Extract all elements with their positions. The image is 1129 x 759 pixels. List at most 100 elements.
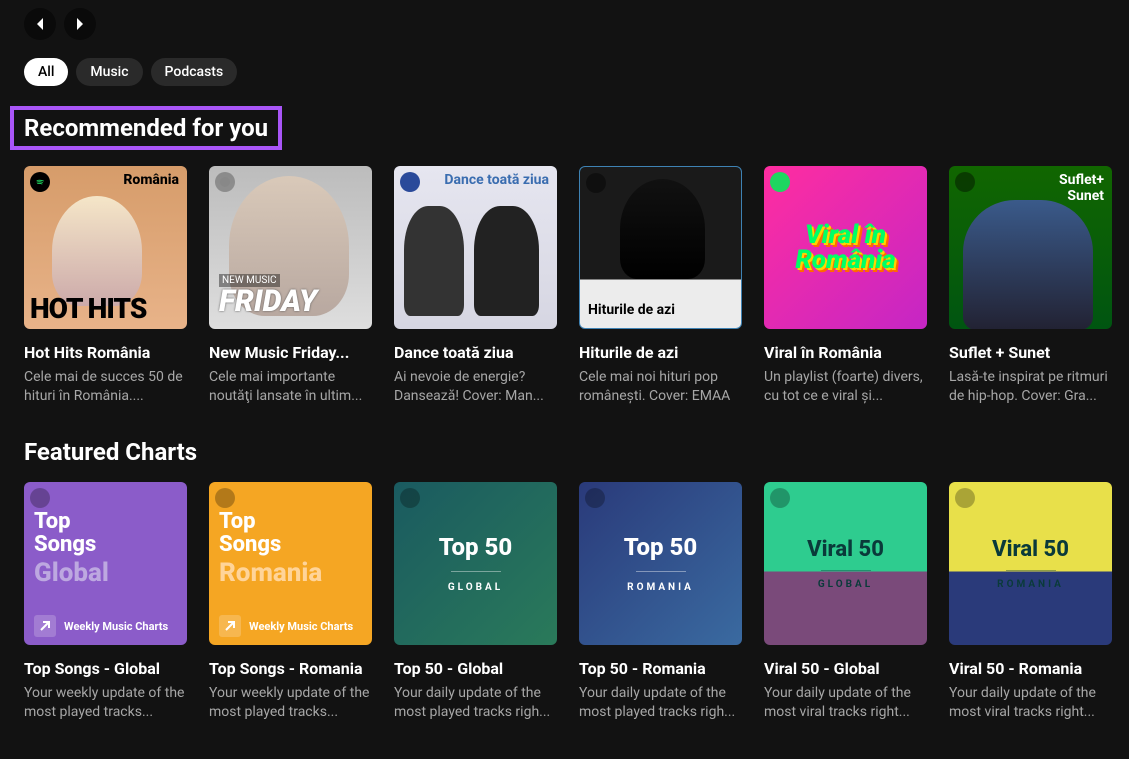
- cover-viral50-global: Viral 50 GLOBAL: [764, 482, 927, 645]
- cover-label: Suflet+ Sunet: [1059, 172, 1104, 204]
- card-viral50-romania[interactable]: Viral 50 ROMANIA Viral 50 - Romania Your…: [949, 482, 1112, 722]
- card-desc: Your weekly update of the most played tr…: [209, 684, 372, 722]
- cover-sub: GLOBAL: [448, 582, 503, 593]
- card-top-songs-romania[interactable]: Top Songs Romania Weekly Music Charts To…: [209, 482, 372, 722]
- spotify-icon: [30, 488, 50, 508]
- history-nav: [24, 8, 1105, 40]
- cover-footer: Weekly Music Charts: [64, 620, 168, 633]
- chip-podcasts[interactable]: Podcasts: [151, 58, 238, 86]
- cover-line2: Global: [34, 558, 177, 588]
- card-desc: Cele mai importante noutăţi lansate în u…: [209, 368, 372, 406]
- spotify-icon: [770, 172, 790, 192]
- chevron-left-icon: [32, 16, 48, 32]
- cover-viral50-romania: Viral 50 ROMANIA: [949, 482, 1112, 645]
- cover-line1: Top Songs: [219, 510, 362, 556]
- card-top50-romania[interactable]: Top 50 ROMANIA Top 50 - Romania Your dai…: [579, 482, 742, 722]
- spotify-icon: [400, 172, 420, 192]
- card-hiturile-de-azi[interactable]: Hiturile de azi Hiturile de azi Cele mai…: [579, 166, 742, 406]
- cover-hot-hits: România HOT HITS: [24, 166, 187, 329]
- card-title: Dance toată ziua: [394, 343, 557, 362]
- card-desc: Un playlist (foarte) divers, cu tot ce e…: [764, 368, 927, 406]
- spotify-icon: [585, 488, 605, 508]
- card-desc: Your daily update of the most played tra…: [394, 684, 557, 722]
- cover-label: Dance toată ziua: [444, 172, 549, 188]
- cover-big: Viral 50: [992, 537, 1069, 562]
- card-title: Viral 50 - Romania: [949, 659, 1112, 678]
- chip-all[interactable]: All: [24, 58, 68, 86]
- card-new-music-friday[interactable]: NEW MUSIC FRIDAY New Music Friday... Cel…: [209, 166, 372, 406]
- cover-line2: Romania: [219, 558, 362, 588]
- cover-suflet: Suflet+ Sunet: [949, 166, 1112, 329]
- filter-chips: All Music Podcasts: [24, 58, 1105, 86]
- card-title: Suflet + Sunet: [949, 343, 1112, 362]
- cover-footer: Weekly Music Charts: [249, 620, 353, 633]
- divider: [451, 571, 501, 572]
- card-desc: Lasă-te inspirat pe ritmuri de hip-hop. …: [949, 368, 1112, 406]
- card-title: Viral 50 - Global: [764, 659, 927, 678]
- featured-row: Top Songs Global Weekly Music Charts Top…: [24, 482, 1105, 722]
- arrow-icon: [34, 615, 56, 637]
- cover-top-romania: Top Songs Romania Weekly Music Charts: [209, 482, 372, 645]
- cover-label: Viral în România: [795, 223, 895, 272]
- card-viral-in-romania[interactable]: Viral în România Viral în România Un pla…: [764, 166, 927, 406]
- card-title: Top 50 - Romania: [579, 659, 742, 678]
- cover-nmf: NEW MUSIC FRIDAY: [209, 166, 372, 329]
- cover-top50-global: Top 50 GLOBAL: [394, 482, 557, 645]
- spotify-icon: [955, 488, 975, 508]
- card-desc: Cele mai noi hituri pop românești. Cover…: [579, 368, 742, 406]
- spotify-icon: [955, 172, 975, 192]
- card-title: Top 50 - Global: [394, 659, 557, 678]
- cover-label: FRIDAY: [219, 284, 317, 319]
- section-featured-charts: Featured Charts Top Songs Global Weekly …: [24, 438, 1105, 722]
- cover-big: Viral 50: [807, 537, 884, 562]
- divider: [821, 570, 871, 571]
- section-title-recommended[interactable]: Recommended for you: [10, 106, 282, 150]
- cover-top50-romania: Top 50 ROMANIA: [579, 482, 742, 645]
- spotify-icon: [770, 488, 790, 508]
- card-desc: Ai nevoie de energie? Dansează! Cover: M…: [394, 368, 557, 406]
- cover-label-top: România: [123, 172, 179, 188]
- card-dance-toata-ziua[interactable]: Dance toată ziua Dance toată ziua Ai nev…: [394, 166, 557, 406]
- spotify-icon: [30, 172, 50, 192]
- back-button[interactable]: [24, 8, 56, 40]
- card-title: Hot Hits România: [24, 343, 187, 362]
- card-title: Top Songs - Global: [24, 659, 187, 678]
- cover-hituri: Hiturile de azi: [579, 166, 742, 329]
- cover-viral-ro: Viral în România: [764, 166, 927, 329]
- cover-sub: GLOBAL: [818, 579, 873, 590]
- card-desc: Your daily update of the most viral trac…: [764, 684, 927, 722]
- recommended-row: România HOT HITS Hot Hits România Cele m…: [24, 166, 1105, 406]
- card-title: New Music Friday...: [209, 343, 372, 362]
- card-top50-global[interactable]: Top 50 GLOBAL Top 50 - Global Your daily…: [394, 482, 557, 722]
- card-desc: Your daily update of the most viral trac…: [949, 684, 1112, 722]
- arrow-icon: [219, 615, 241, 637]
- forward-button[interactable]: [64, 8, 96, 40]
- chip-music[interactable]: Music: [76, 58, 142, 86]
- cover-line1: Top Songs: [34, 510, 177, 556]
- cover-sub: ROMANIA: [997, 579, 1064, 590]
- spotify-icon: [400, 488, 420, 508]
- spotify-icon: [215, 488, 235, 508]
- cover-top-global: Top Songs Global Weekly Music Charts: [24, 482, 187, 645]
- section-recommended: Recommended for you România HOT HITS Hot…: [24, 106, 1105, 406]
- divider: [636, 571, 686, 572]
- card-suflet-sunet[interactable]: Suflet+ Sunet Suflet + Sunet Lasă-te ins…: [949, 166, 1112, 406]
- card-desc: Cele mai de succes 50 de hituri în Român…: [24, 368, 187, 406]
- cover-sub: ROMANIA: [627, 582, 694, 593]
- section-title-featured[interactable]: Featured Charts: [24, 438, 197, 466]
- card-hot-hits-romania[interactable]: România HOT HITS Hot Hits România Cele m…: [24, 166, 187, 406]
- card-title: Viral în România: [764, 343, 927, 362]
- spotify-icon: [215, 172, 235, 192]
- card-title: Hiturile de azi: [579, 343, 742, 362]
- spotify-icon: [586, 173, 606, 193]
- cover-label: Hiturile de azi: [588, 302, 675, 318]
- cover-dance: Dance toată ziua: [394, 166, 557, 329]
- cover-big: Top 50: [439, 533, 512, 561]
- card-top-songs-global[interactable]: Top Songs Global Weekly Music Charts Top…: [24, 482, 187, 722]
- cover-big: Top 50: [624, 533, 697, 561]
- cover-label-big: HOT HITS: [30, 292, 146, 325]
- card-desc: Your weekly update of the most played tr…: [24, 684, 187, 722]
- card-viral50-global[interactable]: Viral 50 GLOBAL Viral 50 - Global Your d…: [764, 482, 927, 722]
- chevron-right-icon: [72, 16, 88, 32]
- card-desc: Your daily update of the most played tra…: [579, 684, 742, 722]
